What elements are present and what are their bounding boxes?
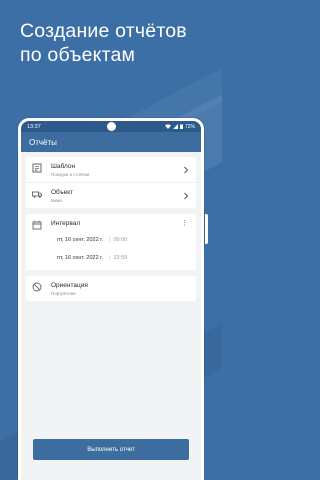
status-time: 13:37 — [27, 123, 41, 130]
separator: | — [109, 237, 111, 243]
phone-side-button — [205, 214, 208, 244]
object-row[interactable]: Объект Вижн — [26, 182, 196, 208]
block-icon — [32, 282, 42, 292]
separator: | — [109, 255, 111, 261]
camera-icon — [106, 122, 116, 131]
truck-icon — [32, 191, 42, 198]
wifi-icon — [164, 124, 171, 129]
promo-headline: Создание отчётов по объектам — [20, 20, 187, 66]
template-row[interactable]: Шаблон Поездки и стоянки — [26, 157, 196, 182]
app-bar: Отчёты — [21, 132, 201, 152]
chevron-right-icon — [184, 166, 189, 174]
report-form: Шаблон Поездки и стоянки Объект Вижн Инт… — [21, 152, 201, 301]
interval-start[interactable]: пт, 16 сент. 2022 г. | 00:00 — [26, 234, 196, 252]
end-time[interactable]: 23:59 — [113, 255, 127, 261]
template-icon — [32, 163, 42, 173]
signal-icon — [172, 124, 178, 129]
orientation-row[interactable]: Ориентация Портретная — [26, 276, 196, 301]
orientation-card: Ориентация Портретная — [26, 276, 196, 301]
more-vert-icon[interactable]: ⋮ — [181, 220, 188, 228]
battery-icon — [179, 124, 183, 129]
run-report-button[interactable]: Выполнить отчет — [33, 439, 189, 460]
interval-card: Интервал ⋮ пт, 16 сент. 2022 г. | 00:00 … — [26, 214, 196, 270]
object-title: Объект — [51, 189, 74, 196]
template-object-card: Шаблон Поездки и стоянки Объект Вижн — [26, 157, 196, 208]
interval-header: Интервал ⋮ — [26, 214, 196, 234]
status-bar: 13:37 72% — [21, 121, 201, 132]
orientation-title: Ориентация — [51, 282, 88, 289]
battery-level: 72% — [184, 123, 195, 130]
template-title: Шаблон — [51, 163, 76, 170]
orientation-subtitle: Портретная — [51, 291, 76, 296]
start-date[interactable]: пт, 16 сент. 2022 г. — [57, 237, 103, 243]
end-date[interactable]: пт, 16 сент. 2022 г. — [57, 255, 103, 261]
app-bar-title: Отчёты — [29, 137, 57, 147]
object-subtitle: Вижн — [51, 198, 63, 203]
interval-title: Интервал — [51, 220, 81, 227]
phone-frame: 13:37 72% Отчёты Шаблон Поездки и стоянк… — [18, 118, 204, 480]
start-time[interactable]: 00:00 — [113, 237, 127, 243]
status-icons: 72% — [164, 123, 195, 130]
template-subtitle: Поездки и стоянки — [51, 172, 90, 177]
interval-end[interactable]: пт, 16 сент. 2022 г. | 23:59 — [26, 252, 196, 270]
chevron-right-icon — [184, 192, 189, 200]
calendar-icon — [32, 220, 42, 230]
